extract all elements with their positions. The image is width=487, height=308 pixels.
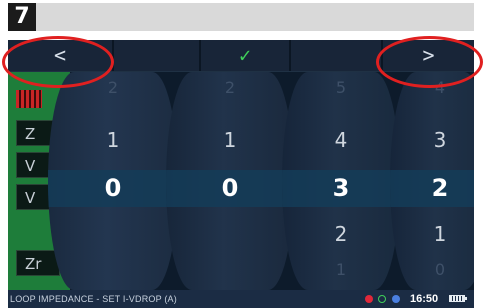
status-bar: LOOP IMPEDANCE - SET I-VDROP (A) 16:50 <box>8 290 474 308</box>
screen-title: LOOP IMPEDANCE - SET I-VDROP (A) <box>10 294 177 304</box>
digit-roller-2[interactable]: 2 1 0 <box>166 72 294 290</box>
roller-value-selected: 3 <box>332 174 350 202</box>
step-number-badge: 7 <box>8 3 36 31</box>
blue-indicator-icon <box>392 295 400 303</box>
roller-value-selected: 0 <box>221 174 239 202</box>
digit-roller-1[interactable]: 2 1 0 <box>48 72 178 290</box>
roller-value-bottom: 1 <box>335 260 347 279</box>
clock: 16:50 <box>410 293 439 305</box>
roller-value-near: 1 <box>223 128 237 152</box>
checkmark-icon: ✓ <box>238 43 252 67</box>
roller-value-near: 1 <box>106 128 120 152</box>
roller-value-bottom: 0 <box>434 260 446 279</box>
roller-value-below: 2 <box>334 222 348 246</box>
green-indicator-icon <box>378 295 386 303</box>
roller-value-below: 1 <box>433 222 447 246</box>
highlight-callout-left <box>2 36 114 88</box>
nav-spacer-right <box>291 40 383 71</box>
roller-value-selected: 2 <box>431 174 449 202</box>
digit-roller-3[interactable]: 5 4 3 2 1 <box>282 72 400 290</box>
battery-icon <box>449 295 467 302</box>
highlight-callout-right <box>376 36 483 88</box>
roller-value-far: 5 <box>335 78 347 97</box>
roller-value-selected: 0 <box>104 174 122 202</box>
red-indicator-icon <box>365 295 373 303</box>
signal-level-icon <box>16 90 42 108</box>
confirm-button[interactable]: ✓ <box>201 40 291 71</box>
roller-value-near: 4 <box>334 128 348 152</box>
nav-spacer-left <box>114 40 201 71</box>
roller-value-far: 2 <box>224 78 236 97</box>
setting-box: Zr <box>16 250 60 276</box>
digit-roller-4[interactable]: 4 3 2 1 0 <box>390 72 474 290</box>
instruction-strip <box>8 3 474 31</box>
roller-value-near: 3 <box>433 128 447 152</box>
